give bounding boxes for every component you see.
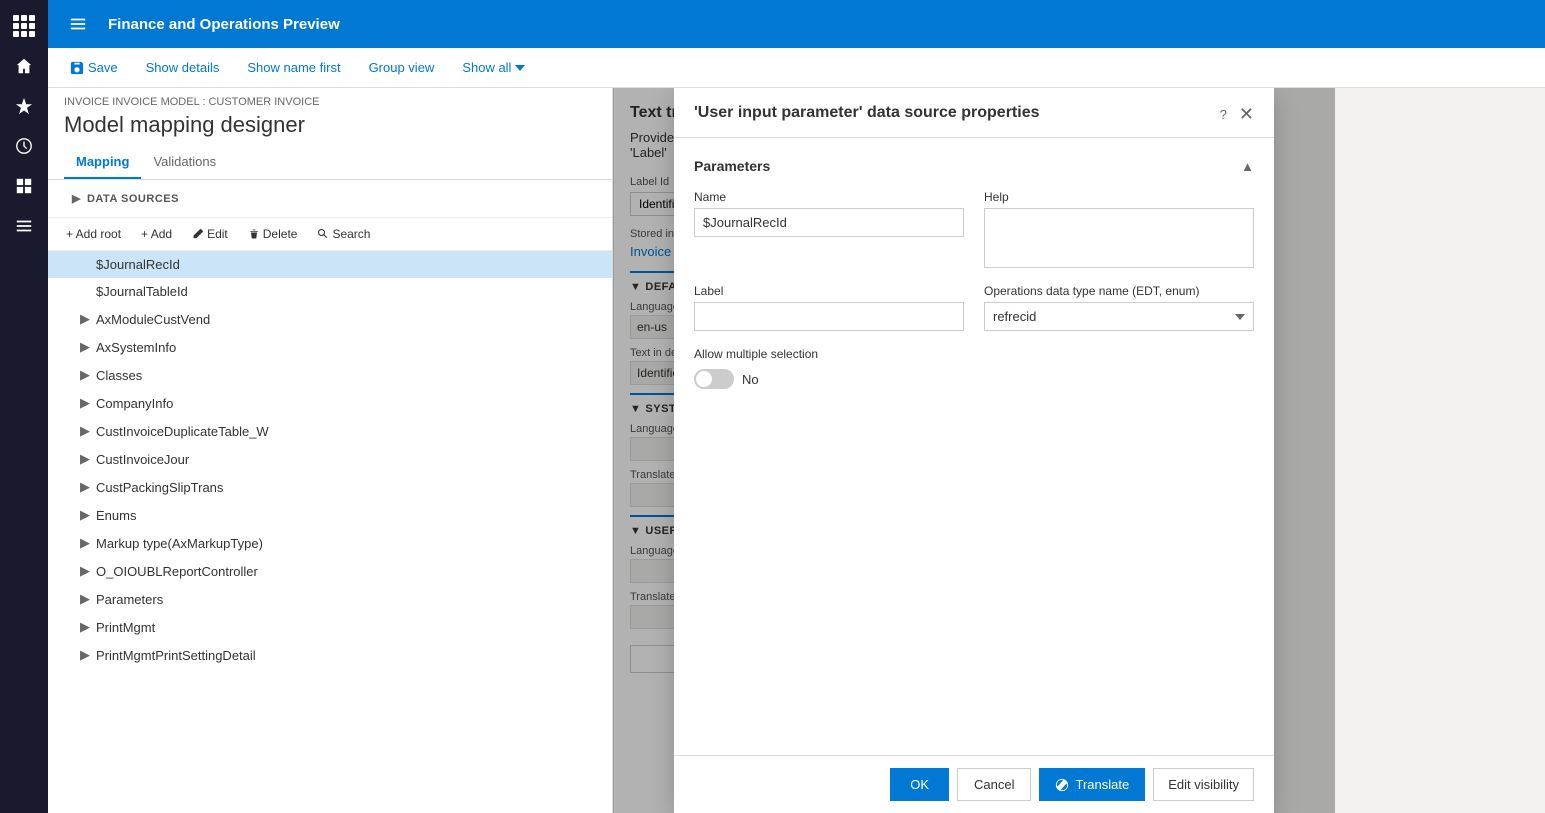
ops-type-label: Operations data type name (EDT, enum) [984,284,1254,298]
ds-item-print-mgmt-detail[interactable]: ▶ PrintMgmtPrintSettingDetail [48,641,612,669]
group-view-button[interactable]: Group view [363,56,441,79]
show-details-button[interactable]: Show details [140,56,226,79]
allow-multiple-label: Allow multiple selection [694,347,818,361]
expand-arrow: ▶ [80,339,96,355]
allow-multiple-toggle[interactable] [694,369,734,389]
edit-button[interactable]: Edit [186,224,234,244]
help-icon[interactable]: ? [1220,107,1227,122]
show-all-button[interactable]: Show all [456,56,531,79]
tab-mapping[interactable]: Mapping [64,146,141,179]
toggle-label: No [742,372,759,387]
home-icon[interactable] [6,48,42,84]
add-root-button[interactable]: + Add root [60,224,127,244]
ok-button[interactable]: OK [890,768,949,801]
modal-dialog: 'User input parameter' data source prope… [674,88,1274,813]
tab-validations[interactable]: Validations [141,146,228,179]
search-button[interactable]: Search [311,224,376,244]
left-panel: INVOICE INVOICE MODEL : CUSTOMER INVOICE… [48,88,613,813]
top-bar: Finance and Operations Preview [48,0,1545,48]
ds-item-classes[interactable]: ▶ Classes [48,361,612,389]
ds-item-markup-type[interactable]: ▶ Markup type(AxMarkupType) [48,529,612,557]
label-label: Label [694,284,964,298]
ds-toolbar: ▶ DATA SOURCES [48,180,612,218]
ds-item-cust-packing[interactable]: ▶ CustPackingSlipTrans [48,473,612,501]
expand-arrow: ▶ [80,311,96,327]
star-icon[interactable] [6,88,42,124]
expand-arrow: ▶ [80,591,96,607]
ds-item-enums[interactable]: ▶ Enums [48,501,612,529]
app-title: Finance and Operations Preview [108,16,340,33]
label-field-group: Label [694,284,964,331]
hamburger-icon[interactable] [60,6,96,42]
recent-icon[interactable] [6,128,42,164]
ds-list: $JournalRecId $JournalTableId ▶ AxModule… [48,251,612,813]
main-toolbar: Save Show details Show name first Group … [48,48,1545,88]
expand-arrow: ▶ [80,563,96,579]
modal-body: Parameters ▲ Name Help [674,138,1274,755]
ds-item-cust-invoice-dup[interactable]: ▶ CustInvoiceDuplicateTable_W [48,417,612,445]
ops-type-select[interactable]: refrecid [984,302,1254,331]
section-collapse-icon[interactable]: ▲ [1241,159,1254,174]
expand-arrow: ▶ [80,647,96,663]
name-input[interactable] [694,208,964,237]
waffle-icon[interactable] [6,8,42,44]
section-title: Parameters [694,158,770,174]
ds-section-header[interactable]: ▶ DATA SOURCES [60,186,191,211]
label-ops-row: Label Operations data type name (EDT, en… [694,284,1254,331]
name-label: Name [694,190,964,204]
label-input[interactable] [694,302,964,331]
ds-item-ax-system-info[interactable]: ▶ AxSystemInfo [48,333,612,361]
help-field-group: Help [984,190,1254,268]
ops-type-field-group: Operations data type name (EDT, enum) re… [984,284,1254,331]
expand-arrow: ▶ [80,395,96,411]
help-input[interactable] [984,208,1254,268]
expand-arrow: ▶ [80,619,96,635]
toggle-row: No [694,369,1254,389]
name-help-row: Name Help [694,190,1254,268]
left-navigation [0,0,48,813]
ds-item-ax-module[interactable]: ▶ AxModuleCustVend [48,305,612,333]
modal-overlay: 'User input parameter' data source prope… [613,88,1335,813]
modal-close-button[interactable]: ✕ [1239,104,1254,125]
show-name-first-button[interactable]: Show name first [241,56,346,79]
menu-icon[interactable] [6,208,42,244]
breadcrumb: INVOICE INVOICE MODEL : CUSTOMER INVOICE [48,88,612,108]
expand-arrow: ▶ [80,535,96,551]
expand-arrow: ▶ [80,507,96,523]
translate-button[interactable]: Translate [1039,768,1145,801]
tab-bar: Mapping Validations [48,146,612,180]
ds-item-parameters[interactable]: ▶ Parameters [48,585,612,613]
modal-header: 'User input parameter' data source prope… [674,88,1274,138]
ds-item-journal-table-id[interactable]: $JournalTableId [48,278,612,305]
delete-button[interactable]: Delete [242,224,304,244]
expand-arrow: ▶ [80,367,96,383]
cancel-button[interactable]: Cancel [957,768,1031,801]
modal-footer: OK Cancel Translate Edit visibility [674,755,1274,813]
grid-icon[interactable] [6,168,42,204]
modal-title: 'User input parameter' data source prope… [694,104,1040,122]
ds-item-cust-invoice-jour[interactable]: ▶ CustInvoiceJour [48,445,612,473]
expand-arrow: ▶ [80,451,96,467]
edit-visibility-button[interactable]: Edit visibility [1153,768,1254,801]
save-button[interactable]: Save [64,56,124,79]
name-field-group: Name [694,190,964,268]
ds-item-oioubl[interactable]: ▶ O_OIOUBLReportController [48,557,612,585]
ds-item-print-mgmt[interactable]: ▶ PrintMgmt [48,613,612,641]
ds-item-company-info[interactable]: ▶ CompanyInfo [48,389,612,417]
allow-multiple-row: Allow multiple selection [694,347,1254,361]
ds-item-journal-rec-id[interactable]: $JournalRecId [48,251,612,278]
page-title: Model mapping designer [48,108,612,146]
expand-arrow: ▶ [80,423,96,439]
add-button[interactable]: + Add [135,224,178,244]
ds-actions: + Add root + Add Edit Delete Search [48,218,612,251]
expand-arrow: ▶ [80,479,96,495]
help-label: Help [984,190,1254,204]
